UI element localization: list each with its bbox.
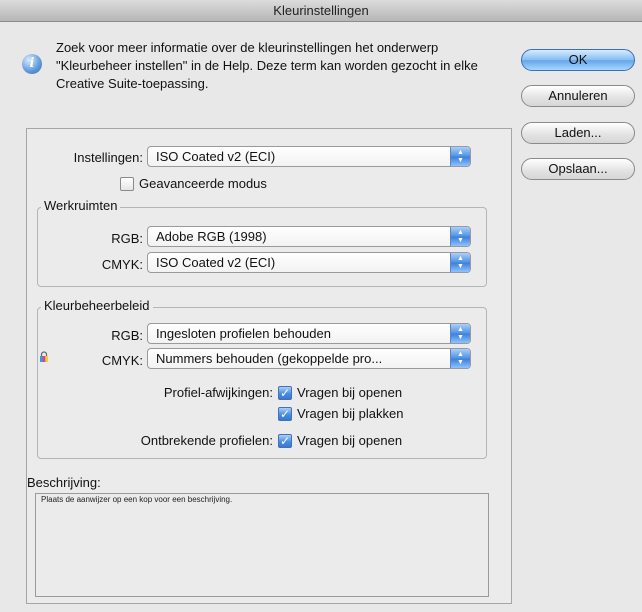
settings-label: Instellingen:	[73, 150, 143, 165]
workspaces-group	[37, 207, 487, 287]
workspace-cmyk-select[interactable]: ISO Coated v2 (ECI) ▲ ▼	[147, 252, 471, 273]
missing-ask-open-checkbox[interactable]: ✓	[278, 434, 292, 448]
ok-button[interactable]: OK	[521, 49, 635, 71]
profile-mismatch-label: Profiel-afwijkingen:	[163, 385, 273, 400]
select-arrows-icon: ▲ ▼	[450, 147, 470, 166]
policy-cmyk-value: Nummers behouden (gekoppelde pro...	[156, 351, 383, 366]
info-text: Zoek voor meer informatie over de kleuri…	[56, 40, 478, 91]
settings-select-value: ISO Coated v2 (ECI)	[156, 149, 276, 164]
policy-cmyk-select[interactable]: Nummers behouden (gekoppelde pro... ▲ ▼	[147, 348, 471, 369]
settings-panel: Instellingen: ISO Coated v2 (ECI) ▲ ▼ Gea…	[26, 128, 512, 604]
workspace-rgb-select[interactable]: Adobe RGB (1998) ▲ ▼	[147, 226, 471, 247]
policy-rgb-label: RGB:	[111, 328, 143, 343]
settings-select[interactable]: ISO Coated v2 (ECI) ▲ ▼	[147, 146, 471, 167]
workspace-cmyk-value: ISO Coated v2 (ECI)	[156, 255, 276, 270]
load-button[interactable]: Laden...	[521, 122, 635, 144]
advanced-mode-label: Geavanceerde modus	[139, 176, 267, 191]
mismatch-ask-paste-checkbox[interactable]: ✓	[278, 407, 292, 421]
missing-profiles-label: Ontbrekende profielen:	[140, 433, 273, 448]
lock-icon	[40, 351, 48, 362]
description-text: Plaats de aanwijzer op een kop voor een …	[41, 495, 233, 504]
description-label: Beschrijving:	[27, 475, 101, 490]
missing-ask-open-label: Vragen bij openen	[297, 433, 403, 448]
policy-title: Kleurbeheerbeleid	[41, 298, 153, 313]
workspaces-title: Werkruimten	[41, 198, 121, 213]
cancel-button[interactable]: Annuleren	[521, 85, 635, 107]
window-title: Kleurinstellingen	[0, 0, 642, 22]
description-box	[35, 493, 489, 597]
workspace-rgb-value: Adobe RGB (1998)	[156, 229, 267, 244]
workspace-rgb-label: RGB:	[111, 231, 143, 246]
policy-rgb-value: Ingesloten profielen behouden	[156, 326, 331, 341]
policy-rgb-select[interactable]: Ingesloten profielen behouden ▲ ▼	[147, 323, 471, 344]
save-button[interactable]: Opslaan...	[521, 158, 635, 180]
advanced-mode-checkbox[interactable]	[120, 177, 134, 191]
select-arrows-icon: ▲ ▼	[450, 253, 470, 272]
select-arrows-icon: ▲ ▼	[450, 227, 470, 246]
mismatch-ask-open-checkbox[interactable]: ✓	[278, 386, 292, 400]
select-arrows-icon: ▲ ▼	[450, 324, 470, 343]
mismatch-ask-open-label: Vragen bij openen	[297, 385, 403, 400]
info-icon: i	[22, 54, 42, 74]
mismatch-ask-paste-label: Vragen bij plakken	[297, 406, 404, 421]
select-arrows-icon: ▲ ▼	[450, 349, 470, 368]
policy-cmyk-label: CMYK:	[101, 353, 143, 368]
workspace-cmyk-label: CMYK:	[101, 257, 143, 272]
